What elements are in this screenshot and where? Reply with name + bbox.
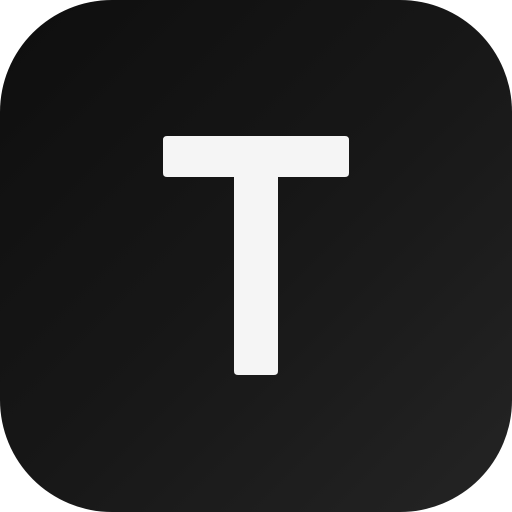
letter-t-icon bbox=[163, 136, 349, 375]
letter-t-glyph bbox=[163, 136, 349, 375]
app-icon bbox=[0, 0, 512, 512]
